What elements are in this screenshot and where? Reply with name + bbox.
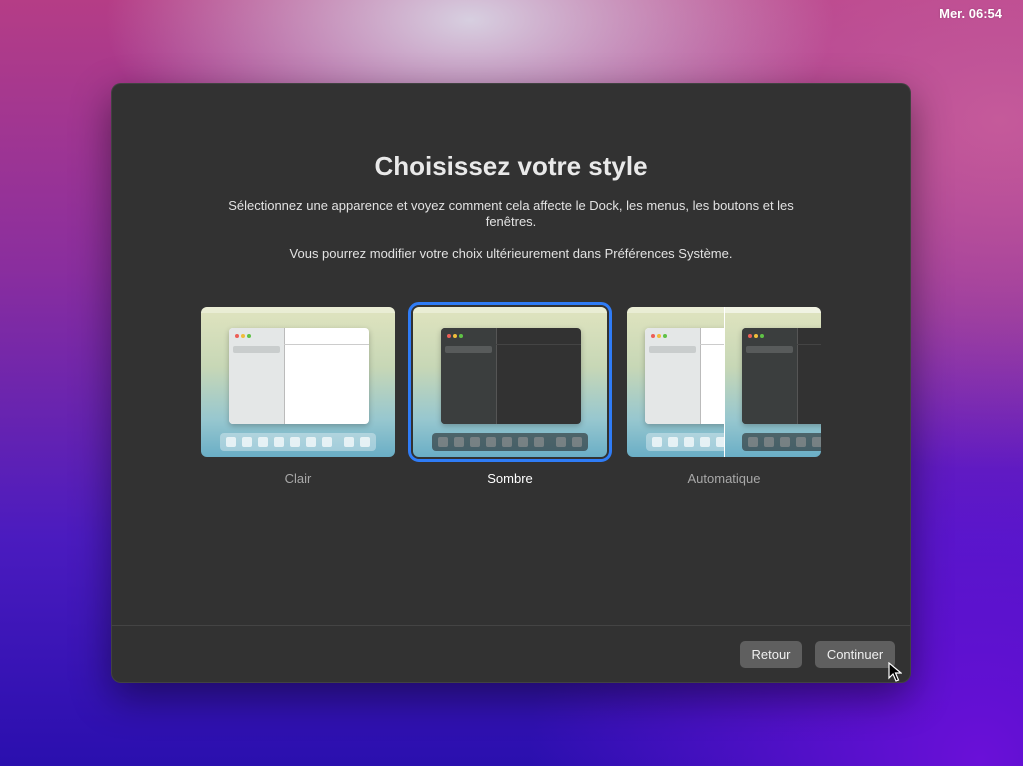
continue-button[interactable]: Continuer (815, 641, 895, 668)
preview-window (229, 328, 369, 424)
preview-dock (646, 433, 724, 451)
preview-window (441, 328, 581, 424)
dark-preview-thumbnail (408, 302, 612, 462)
mouse-cursor-icon (888, 662, 902, 682)
preview-dock (220, 433, 376, 451)
page-description: Sélectionnez une apparence et voyez comm… (228, 198, 794, 229)
page-title: Choisissez votre style (374, 151, 648, 181)
auto-preview-thumbnail (627, 307, 821, 457)
footer-divider (111, 625, 911, 626)
preview-window (645, 328, 724, 424)
preview-dock (432, 433, 588, 451)
setup-assistant-window: Choisissez votre style Sélectionnez une … (111, 83, 911, 683)
preview-dock (742, 433, 821, 451)
appearance-option-auto[interactable]: Automatique (627, 307, 821, 486)
back-button[interactable]: Retour (740, 641, 802, 668)
menubar-clock[interactable]: Mer. 06:54 (939, 6, 1002, 21)
appearance-option-dark[interactable]: Sombre (408, 302, 612, 486)
page-note: Vous pourrez modifier votre choix ultéri… (289, 246, 733, 261)
option-label: Clair (284, 471, 312, 486)
option-label: Automatique (687, 471, 761, 486)
preview-window (742, 328, 821, 424)
light-preview-thumbnail (201, 307, 395, 457)
option-label: Sombre (487, 471, 533, 486)
appearance-option-light[interactable]: Clair (201, 307, 395, 486)
